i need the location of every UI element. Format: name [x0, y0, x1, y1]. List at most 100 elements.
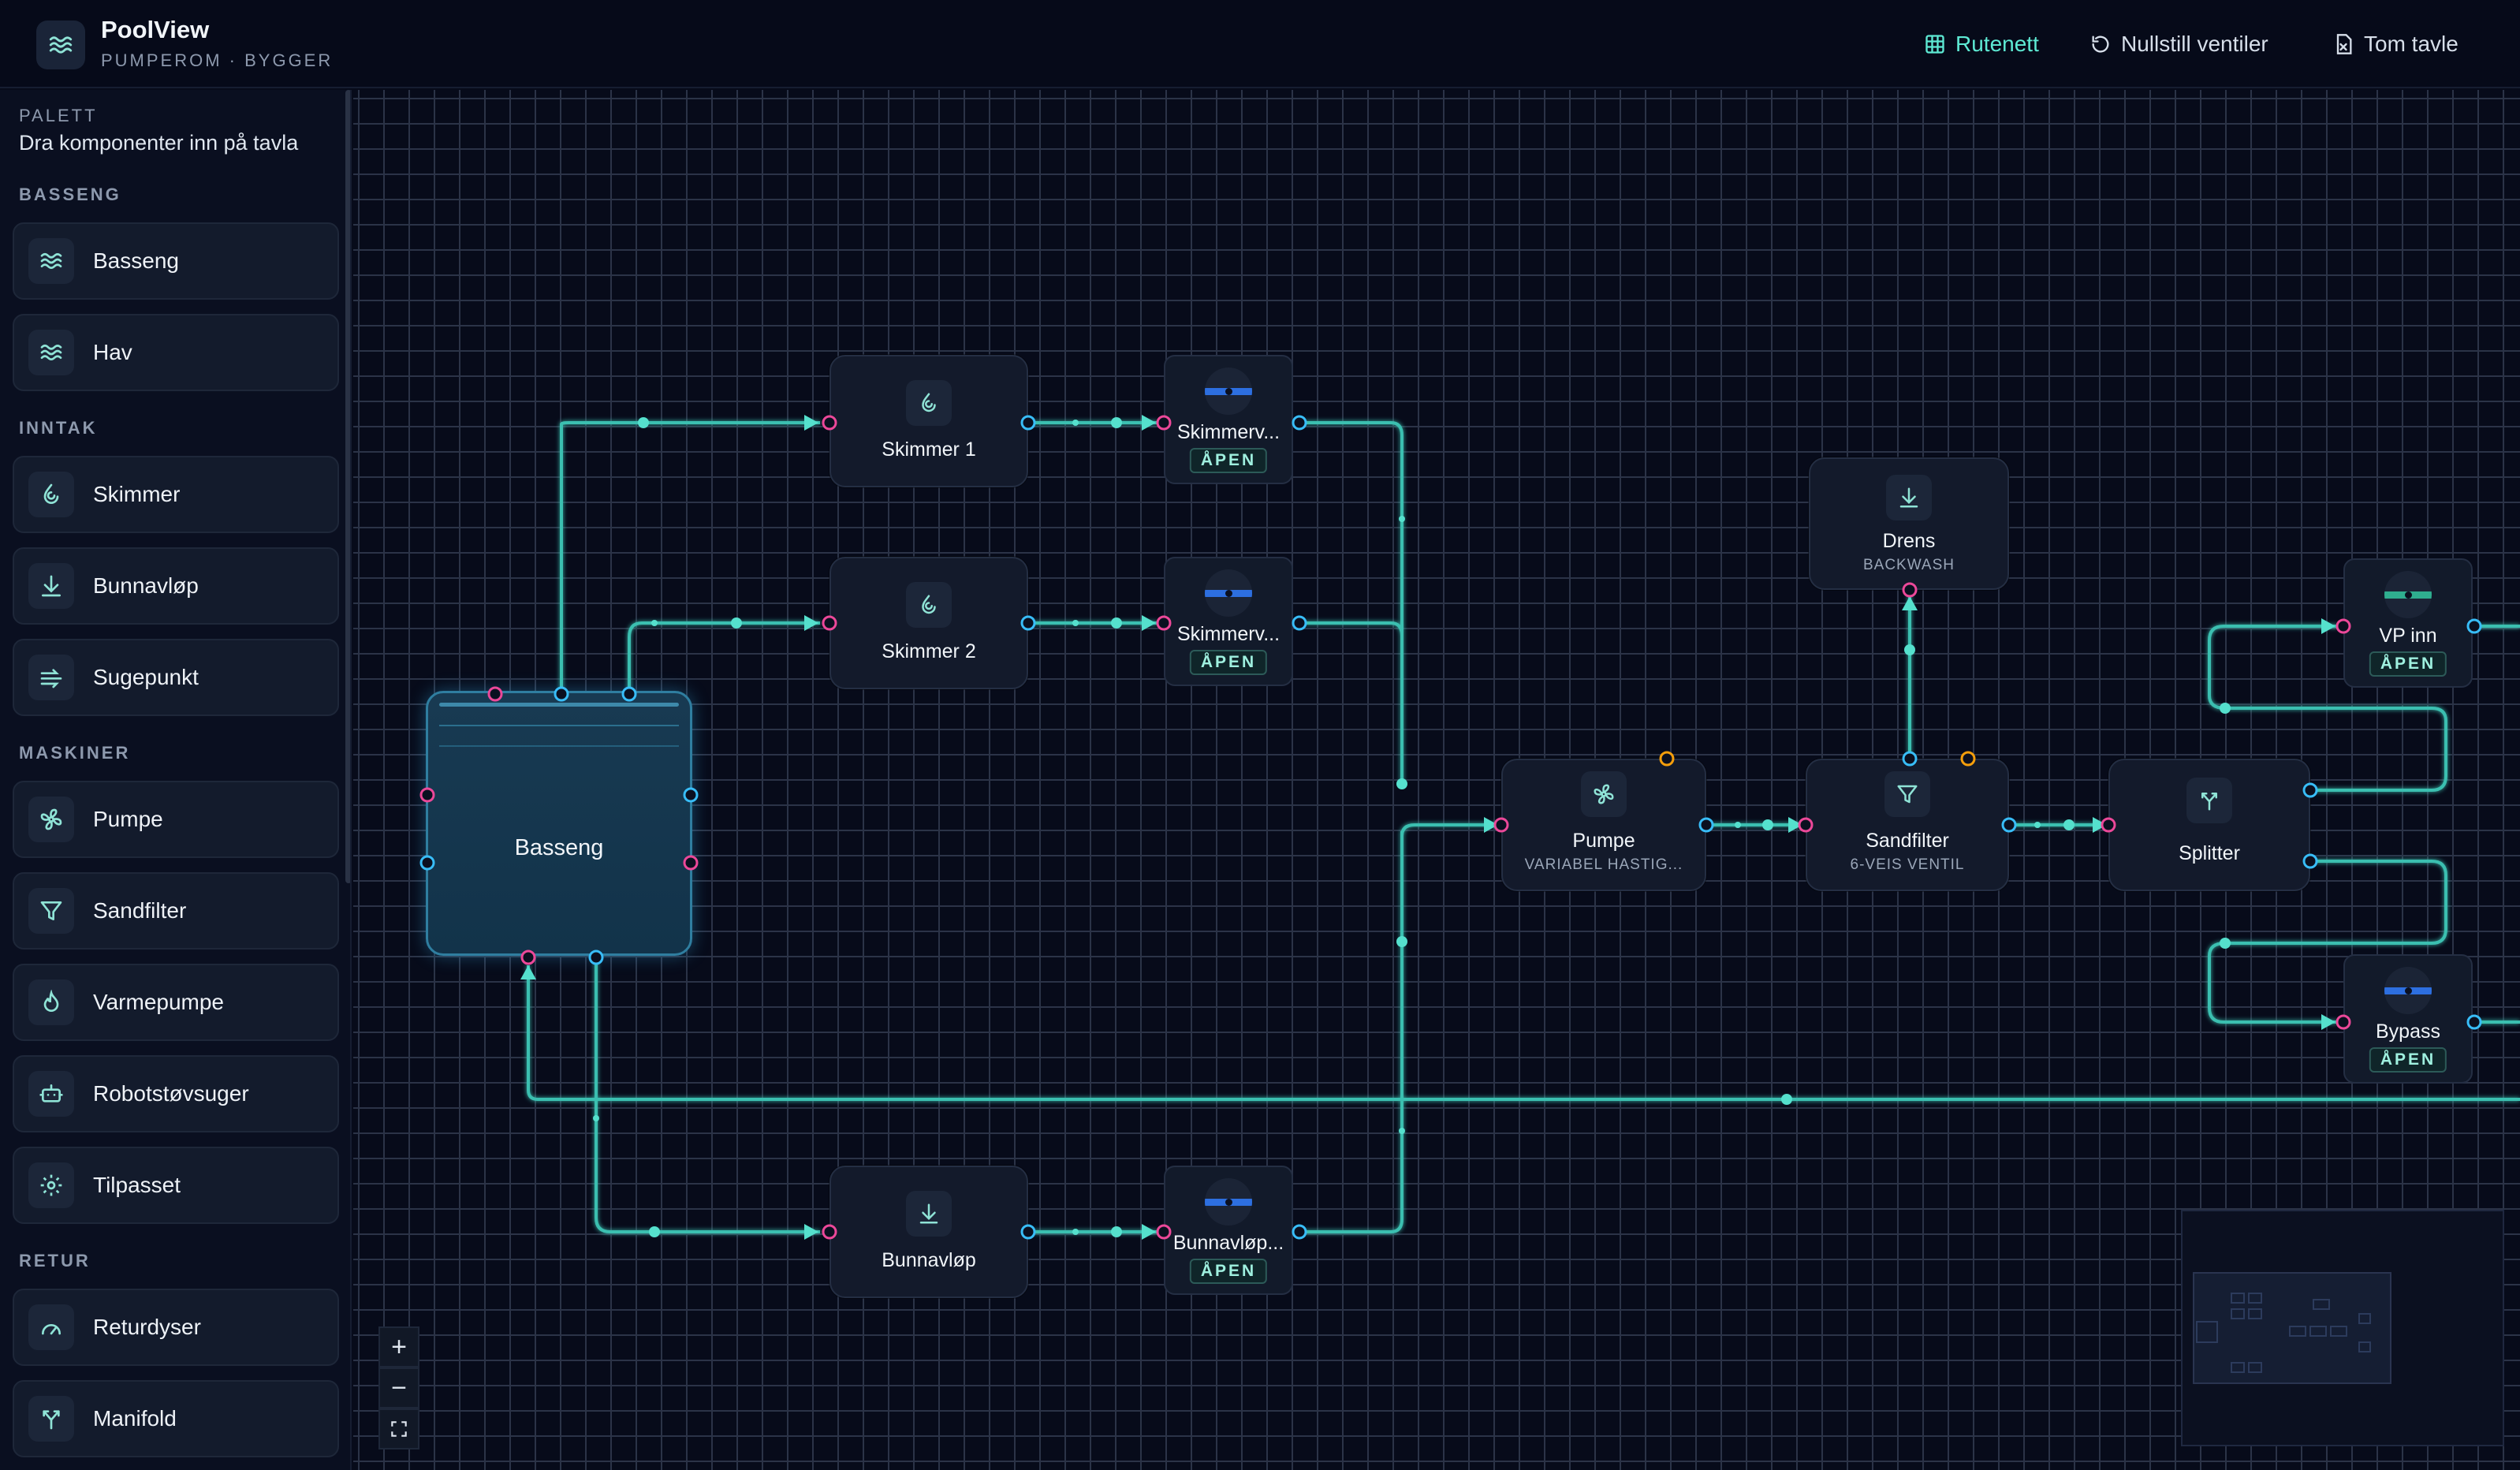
- valve-state-badge[interactable]: ÅPEN: [2369, 651, 2447, 677]
- reset-valves-label: Nullstill ventiler: [2121, 32, 2268, 56]
- palette-item-label: Tilpasset: [93, 1173, 181, 1197]
- palette-item-label: Hav: [93, 340, 132, 364]
- valve-handle-icon[interactable]: [2384, 571, 2432, 618]
- suction-icon: [28, 655, 74, 700]
- valve-handle-icon[interactable]: [1205, 1178, 1252, 1226]
- fork-icon: [28, 1396, 74, 1442]
- filter-icon: [28, 888, 74, 934]
- palette-item-label: Basseng: [93, 248, 179, 273]
- reset-icon: [2092, 35, 2109, 53]
- node-drens[interactable]: Drens BACKWASH: [1809, 457, 2009, 590]
- palette-item-returdyser[interactable]: Returdyser: [13, 1289, 339, 1366]
- node-title: Splitter: [2179, 842, 2240, 864]
- palette-title: PALETT: [19, 106, 98, 125]
- clear-board-icon: [2336, 34, 2352, 54]
- palette-item-tilpasset[interactable]: Tilpasset: [13, 1147, 339, 1224]
- wire-return-basin: [527, 965, 2520, 1101]
- node-title: Sandfilter: [1866, 830, 1949, 852]
- valve-state-badge[interactable]: ÅPEN: [1189, 650, 1268, 675]
- valve-skimmer-1[interactable]: Skimmerv... ÅPEN: [1164, 355, 1293, 484]
- basin-wave: [439, 745, 679, 747]
- basin-title: Basseng: [514, 835, 604, 860]
- palette-item-skimmer[interactable]: Skimmer: [13, 456, 339, 533]
- droplet-swirl-icon: [906, 582, 952, 628]
- node-splitter[interactable]: Splitter: [2108, 759, 2310, 891]
- node-title: Skimmer 2: [882, 640, 976, 662]
- valve-handle-icon[interactable]: [1205, 569, 1252, 617]
- arrow-down-icon: [28, 563, 74, 609]
- basin-rim: [439, 703, 679, 707]
- reset-valves-button[interactable]: Nullstill ventiler: [2089, 27, 2268, 62]
- grid-icon: [1925, 35, 1944, 54]
- node-subtitle: 6-VEIS VENTIL: [1850, 856, 1965, 873]
- palette-sidebar: PALETT Dra komponenter inn på tavla BASS…: [0, 90, 352, 1470]
- node-sandfilter[interactable]: Sandfilter 6-VEIS VENTIL: [1806, 759, 2009, 891]
- section-retur: RETUR: [19, 1251, 91, 1270]
- valve-title: Skimmerv...: [1176, 623, 1281, 645]
- palette-item-sugepunkt[interactable]: Sugepunkt: [13, 639, 339, 716]
- wire-collector-pumpe: [1400, 823, 1500, 1210]
- basin-node[interactable]: Basseng: [426, 691, 692, 956]
- clear-board-button[interactable]: Tom tavle: [2332, 27, 2458, 62]
- palette-item-label: Bunnavløp: [93, 573, 199, 598]
- wire-valve3-collector: [1299, 831, 1404, 1233]
- wire-basin-skimmer2: [628, 621, 820, 696]
- valve-state-badge[interactable]: ÅPEN: [1189, 448, 1268, 473]
- app-root: PoolView PUMPEROM · BYGGER Rutenett Null…: [0, 0, 2520, 1470]
- fit-view-button[interactable]: [378, 1408, 419, 1449]
- section-maskiner: MASKINER: [19, 743, 131, 763]
- flow-canvas[interactable]: Basseng Skimmer 1 Skimmer 2 Bunnavløp Dr…: [353, 90, 2520, 1470]
- minimap[interactable]: [2181, 1210, 2504, 1446]
- zoom-in-button[interactable]: +: [378, 1326, 419, 1367]
- arrow-down-icon: [1886, 475, 1932, 520]
- node-title: Drens: [1882, 530, 1936, 552]
- grid-toggle-label: Rutenett: [1955, 32, 2039, 56]
- valve-bunnavlop[interactable]: Bunnavløp... ÅPEN: [1164, 1166, 1293, 1295]
- palette-item-hav[interactable]: Hav: [13, 314, 339, 391]
- palette-item-bunnavlop[interactable]: Bunnavløp: [13, 547, 339, 625]
- droplet-swirl-icon: [906, 380, 952, 426]
- fit-view-icon: [391, 1421, 407, 1437]
- fan-icon: [28, 797, 74, 842]
- palette-item-label: Manifold: [93, 1406, 177, 1431]
- section-basseng: BASSENG: [19, 185, 121, 204]
- palette-item-label: Pumpe: [93, 807, 163, 831]
- palette-subtitle: Dra komponenter inn på tavla: [19, 131, 299, 155]
- droplet-swirl-icon: [28, 472, 74, 517]
- node-pumpe[interactable]: Pumpe VARIABEL HASTIG...: [1501, 759, 1706, 891]
- fan-icon: [1581, 771, 1627, 817]
- valve-state-badge[interactable]: ÅPEN: [1189, 1259, 1268, 1284]
- valve-handle-icon[interactable]: [1205, 368, 1252, 415]
- valve-vp-inn[interactable]: VP inn ÅPEN: [2343, 558, 2473, 688]
- node-bunnavlop[interactable]: Bunnavløp: [829, 1166, 1028, 1298]
- valve-skimmer-2[interactable]: Skimmerv... ÅPEN: [1164, 557, 1293, 686]
- palette-item-sandfilter[interactable]: Sandfilter: [13, 872, 339, 950]
- zoom-out-button[interactable]: −: [378, 1367, 419, 1408]
- sidebar-scrollbar[interactable]: [345, 90, 350, 883]
- app-subtitle: PUMPEROM · BYGGER: [101, 50, 334, 70]
- grid-toggle-button[interactable]: Rutenett: [1924, 27, 2039, 62]
- minimap-preview: [2193, 1272, 2391, 1384]
- palette-item-varmepumpe[interactable]: Varmepumpe: [13, 964, 339, 1041]
- palette-item-label: Varmepumpe: [93, 990, 225, 1014]
- flow-arrows: [520, 415, 2335, 1240]
- palette-item-label: Returdyser: [93, 1315, 201, 1339]
- node-title: Bunnavløp: [882, 1249, 976, 1271]
- robot-icon: [28, 1071, 74, 1117]
- top-bar: PoolView PUMPEROM · BYGGER Rutenett Null…: [0, 0, 2520, 88]
- node-skimmer-2[interactable]: Skimmer 2: [829, 557, 1028, 689]
- node-subtitle: BACKWASH: [1862, 557, 1955, 573]
- wire-valve2-collector: [1299, 621, 1404, 784]
- palette-item-robotstovsuger[interactable]: Robotstøvsuger: [13, 1055, 339, 1132]
- section-inntak: INNTAK: [19, 418, 98, 438]
- waves-logo-icon: [36, 21, 85, 69]
- palette-item-manifold[interactable]: Manifold: [13, 1380, 339, 1457]
- palette-item-label: Skimmer: [93, 482, 181, 506]
- valve-state-badge[interactable]: ÅPEN: [2369, 1047, 2447, 1073]
- palette-item-basseng[interactable]: Basseng: [13, 222, 339, 300]
- palette-item-pumpe[interactable]: Pumpe: [13, 781, 339, 858]
- valve-bypass[interactable]: Bypass ÅPEN: [2343, 954, 2473, 1084]
- valve-handle-icon[interactable]: [2384, 967, 2432, 1014]
- node-skimmer-1[interactable]: Skimmer 1: [829, 355, 1028, 487]
- valve-title: VP inn: [2379, 625, 2437, 647]
